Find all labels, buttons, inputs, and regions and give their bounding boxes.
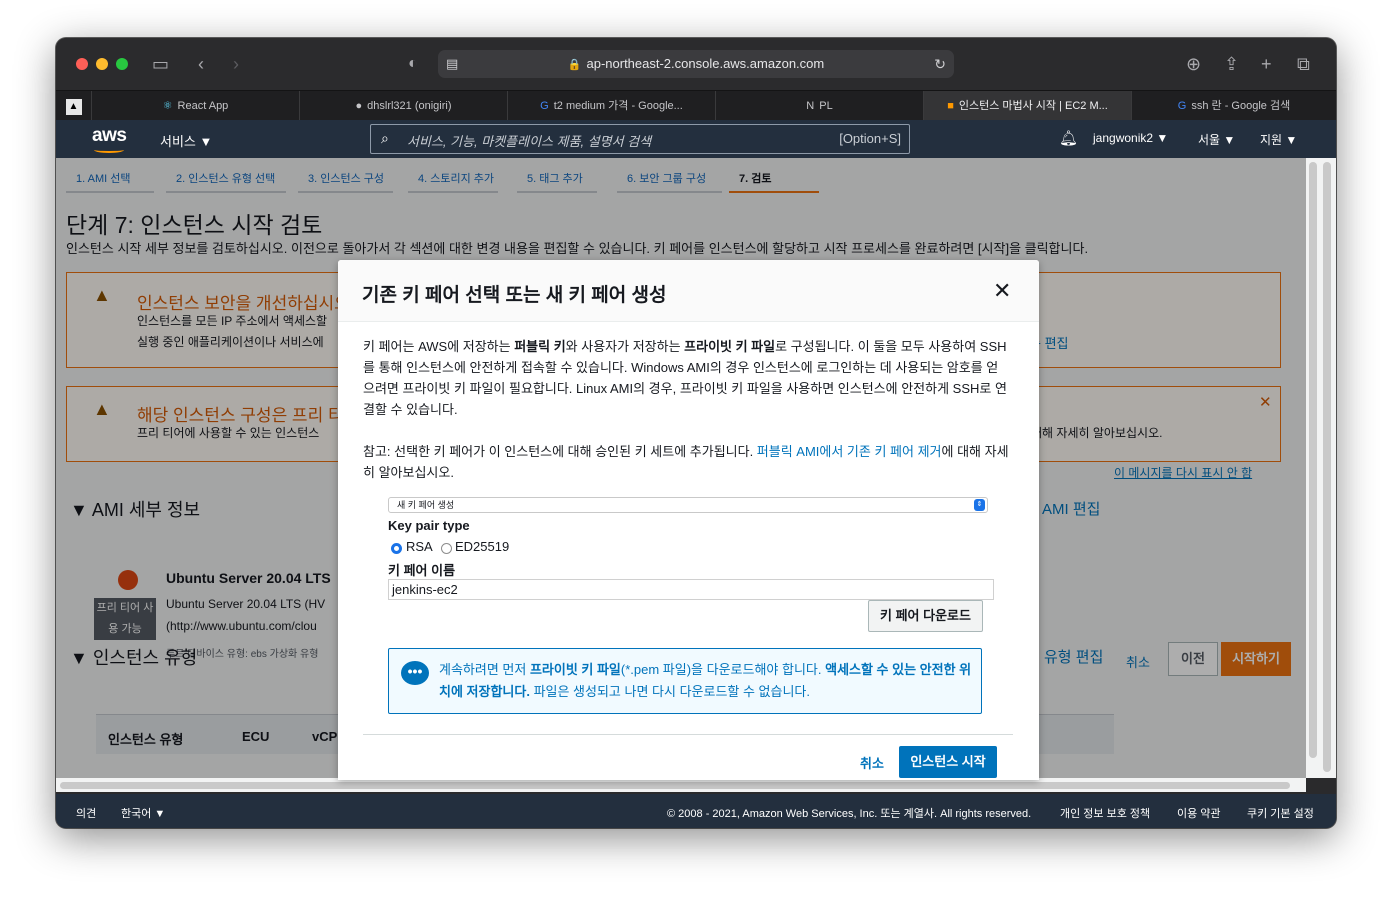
key-pair-option-select[interactable]: 새 키 페어 생성 ⇕ — [388, 497, 988, 513]
download-icon[interactable]: ⊕ — [1186, 52, 1201, 76]
reload-icon[interactable]: ↻ — [934, 50, 946, 78]
region-menu[interactable]: 서울 ▼ — [1198, 131, 1235, 148]
user-menu[interactable]: jangwonik2 ▼ — [1093, 131, 1168, 145]
search-input[interactable]: ⌕ 서비스, 기능, 마켓플레이스 제품, 설명서 검색 [Option+S] — [370, 124, 910, 154]
vertical-scrollbar[interactable] — [1306, 158, 1336, 778]
share-icon[interactable]: ⇪ — [1224, 52, 1239, 76]
github-icon: ● — [355, 100, 363, 112]
tab-bar: ▲ ⚛ React App ● dhslrl321 (onigiri) Gt2 me… — [56, 90, 1336, 121]
url-bar[interactable]: ▤ 🔒 ap-northeast-2.console.aws.amazon.com… — [438, 50, 954, 78]
browser-window: ▭ ‹ › ◐ ▤ 🔒 ap-northeast-2.console.aws.am… — [56, 38, 1336, 828]
text: 키 페어는 AWS에 저장하는 — [363, 339, 515, 354]
text-bold: 프라이빗 키 파일 — [684, 339, 776, 354]
tab-react-app[interactable]: ⚛ React App — [92, 91, 300, 121]
services-menu[interactable]: 서비스 ▼ — [160, 131, 212, 150]
aws-smile-icon — [94, 147, 124, 153]
search-icon: ⌕ — [381, 130, 389, 146]
tab-label: React App — [177, 100, 229, 112]
download-key-pair-button[interactable]: 키 페어 다운로드 — [868, 600, 983, 632]
tab-label: 인스턴스 마법사 시작 | EC2 M... — [958, 100, 1108, 112]
tab-google-t2[interactable]: Gt2 medium 가격 - Google... — [508, 91, 716, 121]
aws-top-nav: aws 서비스 ▼ ⌕ 서비스, 기능, 마켓플레이스 제품, 설명서 검색 [… — [56, 120, 1336, 158]
aws-box-icon: ■ — [947, 100, 954, 112]
modal-header: 기존 키 페어 선택 또는 새 키 페어 생성 ✕ — [338, 260, 1039, 322]
key-type-label: Key pair type — [388, 518, 470, 533]
copyright-text: © 2008 - 2021, Amazon Web Services, Inc.… — [667, 808, 1032, 820]
modal-note: 참고: 선택한 키 페어가 이 인스턴스에 대해 승인된 키 세트에 추가됩니다… — [363, 441, 1009, 483]
info-text: 계속하려면 먼저 프라이빗 키 파일(*.pem 파일)을 다운로드해야 합니다… — [439, 659, 974, 703]
tab-label: ssh 란 - Google 검색 — [1191, 100, 1291, 112]
tab-overview-icon[interactable]: ⧉ — [1297, 52, 1310, 76]
back-icon[interactable]: ‹ — [198, 52, 204, 76]
pinned-tab[interactable]: ▲ — [56, 91, 92, 121]
horizontal-scrollbar[interactable] — [56, 778, 1306, 792]
radio-ed25519[interactable] — [441, 543, 452, 554]
notion-icon: N — [806, 100, 815, 112]
google-icon: G — [1177, 100, 1187, 112]
info-alert: ••• 계속하려면 먼저 프라이빗 키 파일(*.pem 파일)을 다운로드해야… — [388, 648, 982, 714]
tab-label: PL — [819, 100, 833, 112]
tab-google-ssh[interactable]: Gssh 란 - Google 검색 — [1132, 91, 1336, 121]
text: 참고: 선택한 키 페어가 이 인스턴스에 대해 승인된 키 세트에 추가됩니다… — [363, 444, 757, 459]
terms-link[interactable]: 이용 약관 — [1177, 805, 1221, 821]
maximize-window-button[interactable] — [116, 58, 128, 70]
radio-rsa-label[interactable]: RSA — [406, 539, 433, 554]
text-bold: 프라이빗 키 파일 — [529, 662, 621, 677]
browser-titlebar: ▭ ‹ › ◐ ▤ 🔒 ap-northeast-2.console.aws.am… — [56, 38, 1336, 90]
url-text: ap-northeast-2.console.aws.amazon.com — [586, 56, 825, 71]
scroll-thumb[interactable] — [1309, 162, 1317, 758]
tab-ec2-wizard[interactable]: ■ 인스턴스 마법사 시작 | EC2 M... — [924, 91, 1132, 121]
forward-icon[interactable]: › — [233, 52, 239, 76]
text: (*.pem 파일)을 다운로드해야 합니다. — [620, 662, 826, 677]
key-name-input[interactable]: jenkins-ec2 — [388, 579, 994, 600]
page-icon: ▤ — [446, 56, 459, 71]
scroll-thumb[interactable] — [60, 782, 1290, 789]
chat-info-icon: ••• — [401, 661, 429, 685]
search-placeholder: 서비스, 기능, 마켓플레이스 제품, 설명서 검색 — [407, 134, 652, 149]
shield-icon[interactable]: ◐ — [408, 52, 418, 76]
react-icon: ⚛ — [162, 100, 173, 112]
radio-ed25519-label[interactable]: ED25519 — [455, 539, 509, 554]
modal-cancel-button[interactable]: 취소 — [860, 753, 884, 772]
text: 계속하려면 먼저 — [439, 662, 530, 677]
privacy-link[interactable]: 개인 정보 보호 정책 — [1060, 805, 1150, 821]
language-menu[interactable]: 한국어 ▼ — [121, 805, 165, 821]
tab-notion-pl[interactable]: N PL — [716, 91, 924, 121]
scroll-thumb[interactable] — [1323, 162, 1331, 772]
remove-key-pair-link[interactable]: 퍼블릭 AMI에서 기존 키 페어 제거 — [757, 444, 942, 459]
select-arrows-icon: ⇕ — [974, 499, 985, 511]
cookie-settings-link[interactable]: 쿠키 기본 설정 — [1247, 805, 1314, 821]
divider — [363, 734, 1013, 735]
aws-logo[interactable]: aws — [92, 125, 127, 147]
sidebar-icon[interactable]: ▭ — [152, 52, 169, 76]
support-menu[interactable]: 지원 ▼ — [1260, 131, 1297, 148]
lock-icon: 🔒 — [567, 59, 582, 71]
google-icon: G — [540, 100, 549, 112]
key-name-label: 키 페어 이름 — [388, 563, 456, 578]
text: 와 사용자가 저장하는 — [565, 339, 685, 354]
modal-description: 키 페어는 AWS에 저장하는 퍼블릭 키와 사용자가 저장하는 프라이빗 키 … — [363, 336, 1009, 420]
close-icon[interactable]: ✕ — [993, 280, 1011, 302]
radio-rsa[interactable] — [391, 543, 402, 554]
tab-label: t2 medium 가격 - Google... — [553, 100, 683, 112]
bell-icon[interactable]: 🔔︎ — [1059, 129, 1078, 147]
search-shortcut: [Option+S] — [839, 131, 901, 146]
select-value: 새 키 페어 생성 — [397, 500, 455, 510]
new-tab-icon[interactable]: + — [1261, 52, 1272, 76]
key-pair-modal: 기존 키 페어 선택 또는 새 키 페어 생성 ✕ 키 페어는 AWS에 저장하… — [338, 260, 1039, 780]
aws-footer: 의견 한국어 ▼ © 2008 - 2021, Amazon Web Servi… — [56, 794, 1336, 828]
minimize-window-button[interactable] — [96, 58, 108, 70]
launch-instance-button[interactable]: 인스턴스 시작 — [899, 746, 997, 778]
text: 파일은 생성되고 나면 다시 다운로드할 수 없습니다. — [529, 684, 811, 699]
triangle-icon: ▲ — [65, 99, 82, 115]
tab-label: dhslrl321 (onigiri) — [367, 100, 452, 112]
text-bold: 퍼블릭 키 — [514, 339, 566, 354]
feedback-link[interactable]: 의견 — [76, 805, 96, 821]
modal-title: 기존 키 페어 선택 또는 새 키 페어 생성 — [362, 285, 667, 306]
tab-github[interactable]: ● dhslrl321 (onigiri) — [300, 91, 508, 121]
close-window-button[interactable] — [76, 58, 88, 70]
